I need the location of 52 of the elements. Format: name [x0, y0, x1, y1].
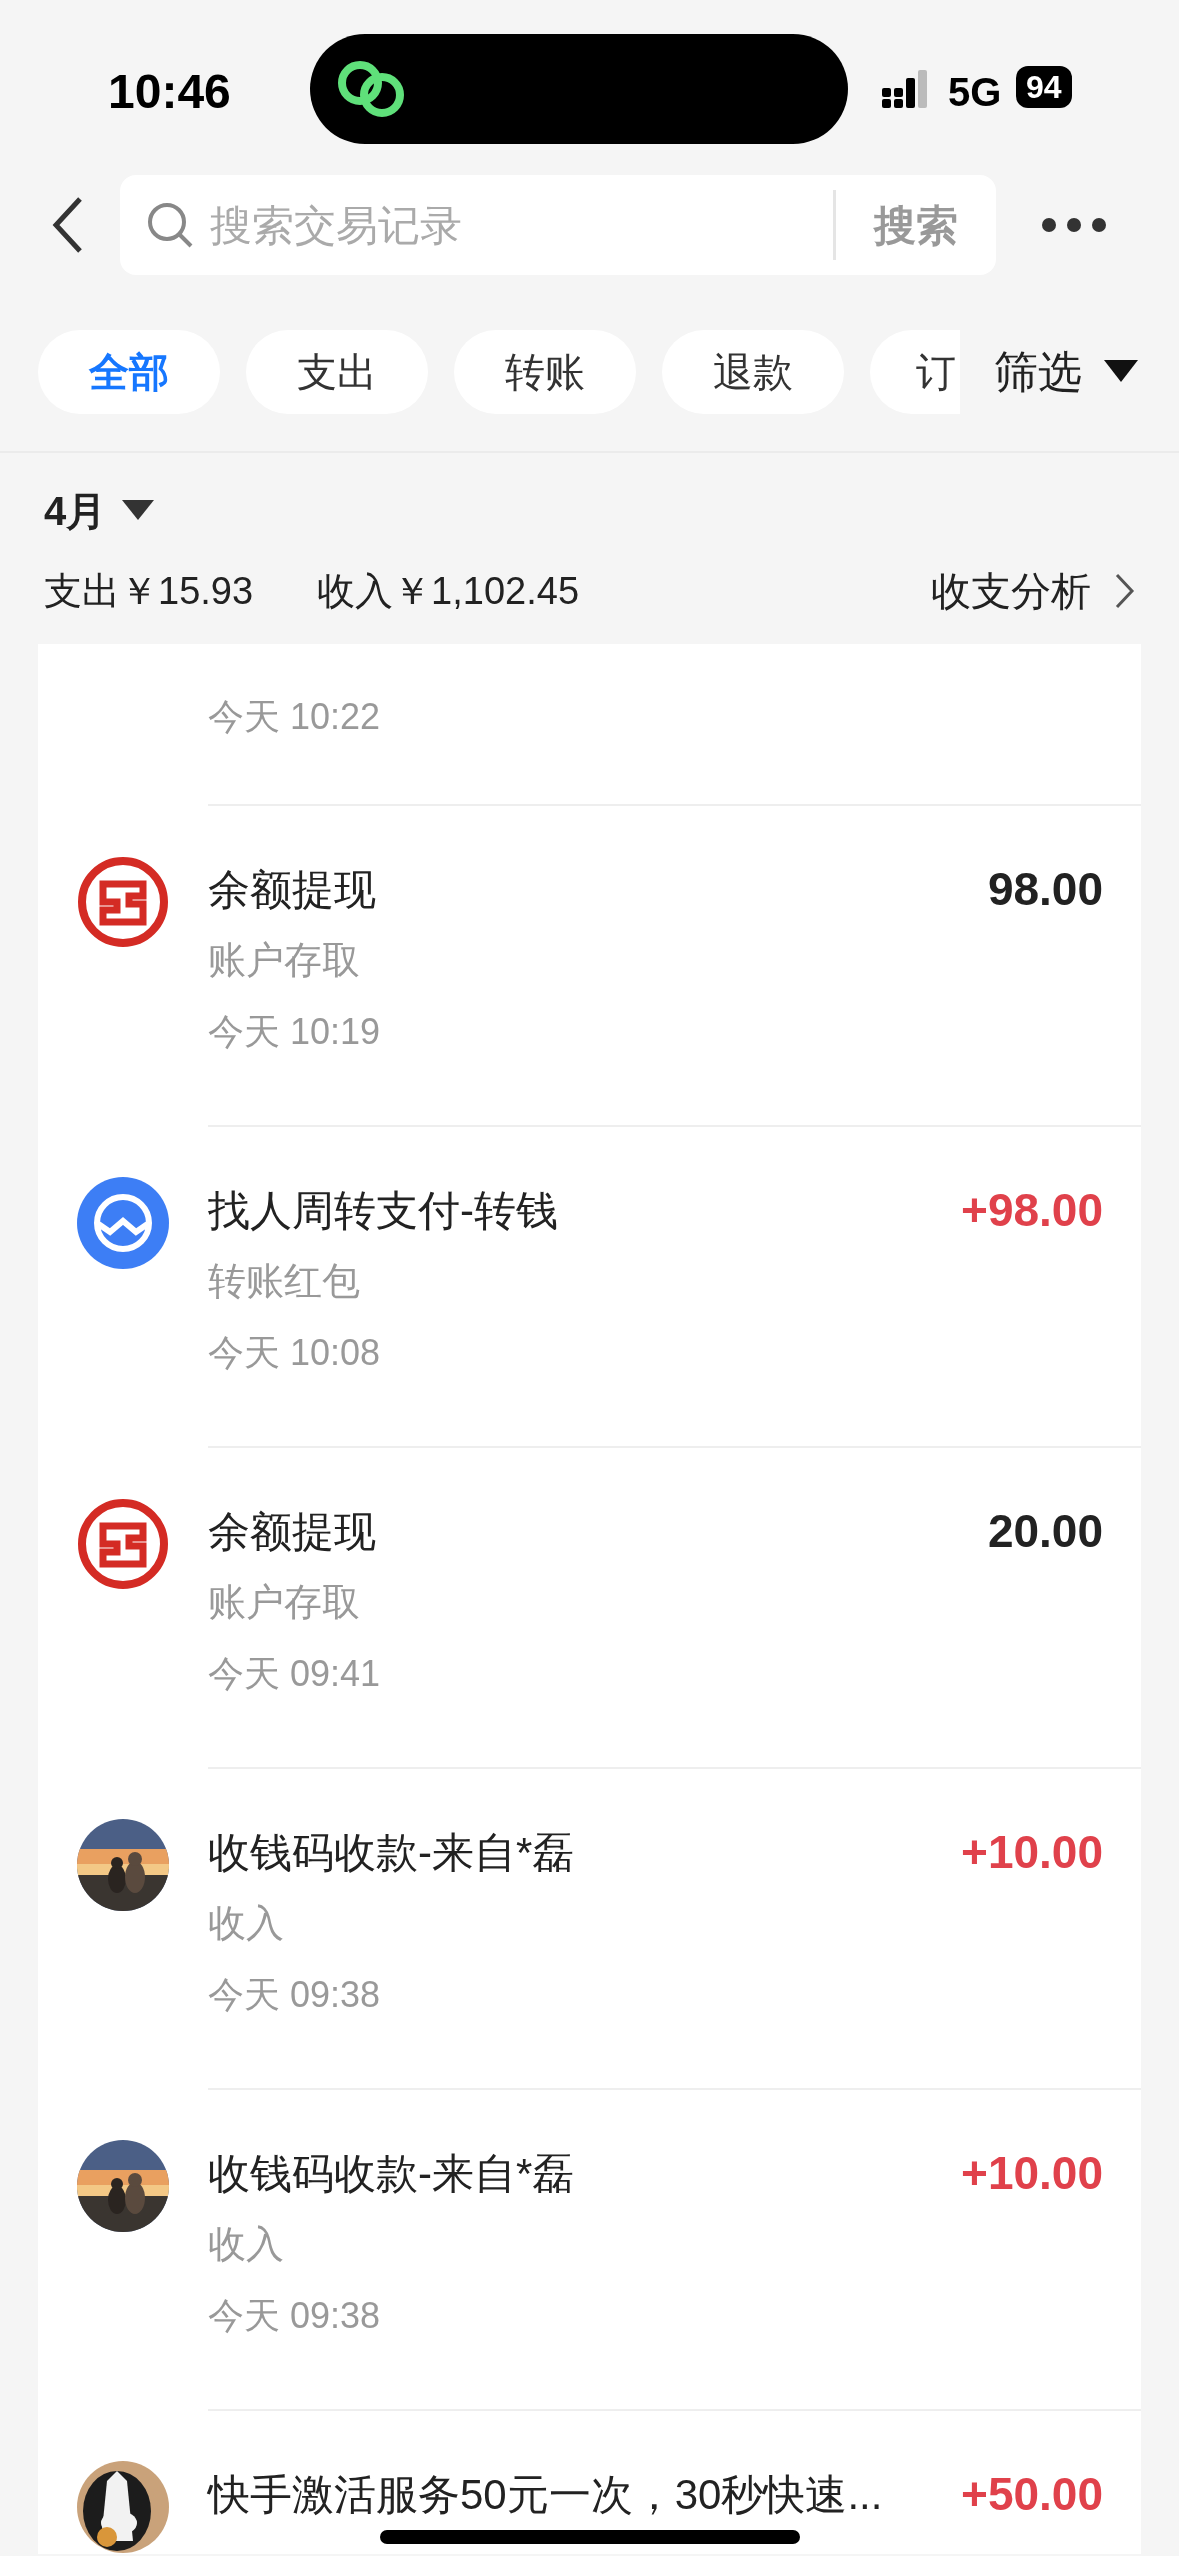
more-icon[interactable] [1042, 218, 1106, 232]
transaction-time: 今天 10:19 [208, 1010, 381, 1054]
analysis-link[interactable]: 收支分析 [931, 561, 1091, 621]
search-input[interactable]: 搜索交易记录 [210, 193, 833, 257]
transaction-title: 余额提现 [208, 1506, 376, 1557]
link-icon [336, 59, 406, 119]
transaction-title: 找人周转支付-转钱 [208, 1185, 558, 1236]
income-total: 收入￥1,102.45 [317, 568, 579, 614]
transaction-category: 账户存取 [208, 937, 360, 983]
chevron-right-icon[interactable] [1115, 573, 1135, 609]
transaction-row[interactable]: 余额提现 98.00 账户存取 今天 10:19 [38, 806, 1141, 1125]
transaction-title: 收钱码收款-来自*磊 [208, 2148, 575, 2199]
transaction-row[interactable]: 找人周转支付-转钱 +98.00 转账红包 今天 10:08 [38, 1127, 1141, 1446]
bank-icon [77, 856, 169, 948]
caret-icon [1104, 360, 1138, 384]
status-time: 10:46 [108, 64, 231, 120]
transaction-category: 转账红包 [208, 1258, 360, 1304]
caret-icon[interactable] [122, 500, 155, 522]
transaction-amount: +50.00 [960, 2466, 1103, 2522]
transaction-category: 收入 [208, 2221, 284, 2267]
transaction-title: 收钱码收款-来自*磊 [208, 1827, 575, 1878]
network-label: 5G [948, 69, 1002, 116]
transfer-icon [77, 1177, 169, 1269]
transaction-row[interactable]: 余额提现 20.00 账户存取 今天 09:41 [38, 1448, 1141, 1767]
filter-tab[interactable]: 全部 [38, 330, 220, 414]
filter-tab[interactable]: 订 [870, 330, 960, 414]
transaction-title: 快手激活服务50元一次，30秒快速... [208, 2469, 883, 2520]
transaction-amount: 20.00 [986, 1503, 1103, 1559]
search-icon [146, 201, 194, 249]
transaction-time: 今天 09:41 [208, 1652, 381, 1696]
battery-indicator: 94 [1016, 66, 1072, 108]
transaction-amount: +10.00 [960, 1824, 1103, 1880]
back-icon[interactable] [50, 195, 84, 255]
transaction-category: 收入 [208, 1900, 284, 1946]
transaction-row[interactable]: 快手激活服务50元一次，30秒快速... +50.00 [38, 2411, 1141, 2554]
transaction-category: 账户存取 [208, 1579, 360, 1625]
bank-icon [77, 1498, 169, 1590]
expense-total: 支出￥15.93 [44, 568, 254, 614]
month-selector[interactable]: 4月 [44, 481, 107, 541]
filter-tab[interactable]: 支出 [246, 330, 428, 414]
transaction-time: 今天 09:38 [208, 2294, 381, 2338]
transaction-row[interactable]: 收钱码收款-来自*磊 +10.00 收入 今天 09:38 [38, 1769, 1141, 2088]
filter-tab[interactable]: 转账 [454, 330, 636, 414]
transaction-time: 今天 09:38 [208, 1973, 381, 2017]
transaction-row[interactable]: 收钱码收款-来自*磊 +10.00 收入 今天 09:38 [38, 2090, 1141, 2409]
transaction-amount: +98.00 [960, 1182, 1103, 1238]
transaction-amount: +10.00 [960, 2145, 1103, 2201]
transaction-time: 今天 10:22 [208, 695, 381, 739]
transaction-amount: 98.00 [986, 861, 1103, 917]
filter-tab[interactable]: 退款 [662, 330, 844, 414]
transaction-time: 今天 10:08 [208, 1331, 381, 1375]
transaction-title: 余额提现 [208, 864, 376, 915]
